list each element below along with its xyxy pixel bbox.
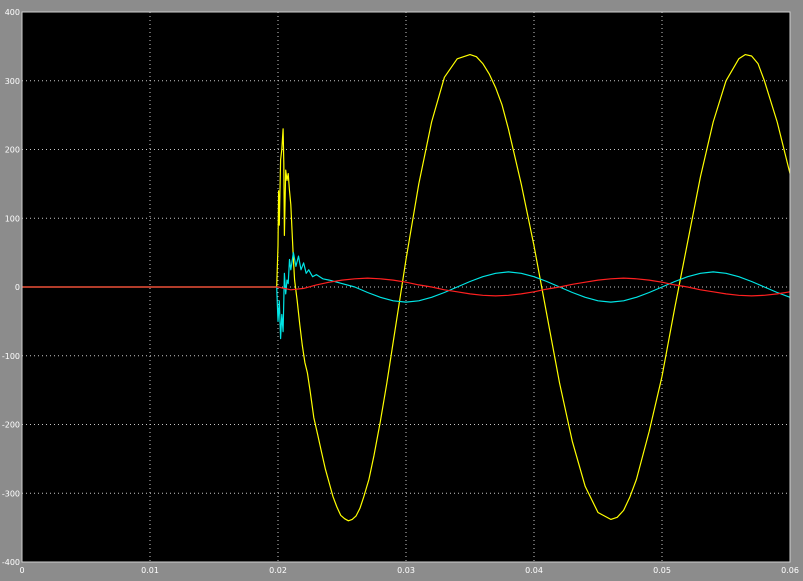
x-tick-label: 0.02 [269,566,287,575]
scope-plot: 0 0.01 0.02 0.03 0.04 0.05 0.06 -400 -300 -200 -10… [0,0,803,581]
y-tick-label: 200 [5,146,20,155]
y-tick-label: -300 [2,489,20,498]
x-tick-label: 0 [19,566,24,575]
x-tick-label: 0.04 [525,566,543,575]
y-tick-label: -100 [2,352,20,361]
x-tick-label: 0.01 [141,566,159,575]
y-tick-label: 0 [15,283,20,292]
y-tick-label: -400 [2,558,20,567]
y-tick-label: 100 [5,214,20,223]
y-tick-label: 300 [5,77,20,86]
y-tick-label: 400 [5,8,20,17]
x-tick-label: 0.03 [397,566,415,575]
x-tick-label: 0.06 [781,566,799,575]
x-tick-label: 0.05 [653,566,671,575]
y-tick-label: -200 [2,421,20,430]
